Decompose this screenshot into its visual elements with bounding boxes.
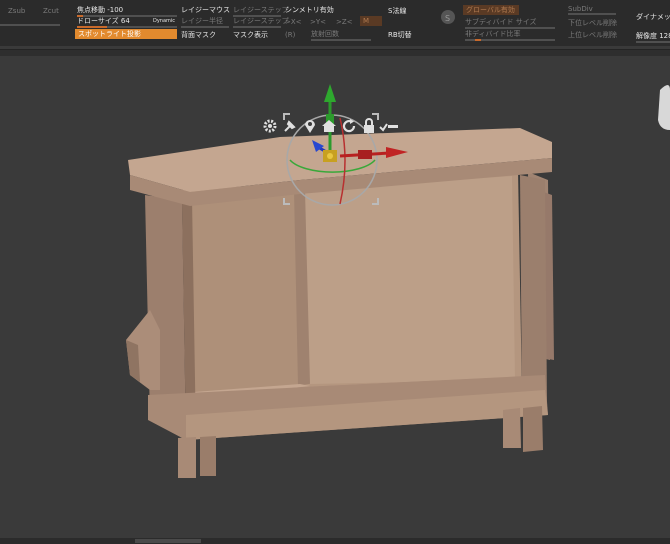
focal-shift-slider[interactable]: 焦点移動 -100 — [77, 5, 123, 15]
home-icon[interactable] — [321, 118, 337, 134]
subdiv-track[interactable] — [568, 13, 616, 15]
resolution-track[interactable] — [636, 41, 670, 43]
toggle-icon[interactable] — [378, 118, 400, 134]
front-left-leg — [178, 437, 196, 478]
sym-m-button[interactable]: M — [360, 16, 382, 26]
location-icon[interactable] — [302, 118, 318, 134]
view-cube-partial — [658, 85, 670, 130]
lazy-radius-track[interactable] — [181, 26, 229, 28]
rb-switch-toggle[interactable]: RB切替 — [388, 30, 412, 40]
subdivide-ratio-fill — [475, 39, 481, 41]
spotlight-button[interactable]: スポットライト投影 — [75, 29, 177, 39]
zsub-label[interactable]: Zsub — [8, 6, 25, 16]
s-normal-toggle[interactable]: S法線 — [388, 6, 406, 16]
zcut-label[interactable]: Zcut — [43, 6, 59, 16]
pin-icon[interactable] — [282, 118, 298, 134]
lower-level-delete-button[interactable]: 下位レベル削除 — [568, 18, 617, 28]
sym-r-button[interactable]: (R) — [285, 30, 295, 40]
subdivide-size-slider[interactable]: サブディバイド サイズ — [465, 17, 537, 27]
gear-icon[interactable] — [262, 118, 278, 134]
sym-y-button[interactable]: >Y< — [310, 17, 326, 27]
symmetry-toggle[interactable]: シンメトリ有効 — [285, 5, 334, 15]
radial-count-slider[interactable]: 放射回数 — [311, 29, 339, 39]
lazy-mouse-toggle[interactable]: レイジーマウス — [181, 5, 230, 15]
lock-icon[interactable] — [361, 118, 377, 134]
lazy-step2-track[interactable] — [233, 26, 281, 28]
global-enable-button[interactable]: グローバル有効 — [463, 5, 519, 15]
resolution-slider[interactable]: 解像度 128 — [636, 31, 670, 41]
mask-display-toggle[interactable]: マスク表示 — [233, 30, 268, 40]
radial-count-track[interactable] — [311, 39, 371, 41]
dynamesh-button[interactable]: ダイナメッシ — [636, 12, 670, 22]
back-mask-toggle[interactable]: 背面マスク — [181, 30, 216, 40]
lazy-step-slider[interactable]: レイジーステップ — [233, 5, 289, 15]
lazy-radius-slider[interactable]: レイジー半径 — [181, 16, 223, 26]
s-dropdown-icon[interactable]: S — [441, 10, 455, 24]
sym-z-button[interactable]: >Z< — [336, 17, 353, 27]
dynamic-toggle[interactable]: Dynamic — [153, 16, 175, 26]
top-toolbar: Zsub Zcut 焦点移動 -100 ドローサイズ 64 Dynamic スポ… — [0, 0, 670, 46]
subdivide-ratio-slider[interactable]: 非ディバイド比率 — [465, 29, 521, 39]
bottom-bar — [0, 538, 670, 544]
zadd-slider[interactable] — [0, 24, 60, 26]
lazy-step2-slider[interactable]: レイジーステップ — [233, 16, 289, 26]
higher-level-delete-button[interactable]: 上位レベル削除 — [568, 30, 617, 40]
bottom-scroll-handle[interactable] — [135, 539, 201, 543]
canvas-viewport[interactable] — [0, 56, 670, 540]
front-right-leg — [503, 408, 521, 448]
draw-size-slider[interactable]: ドローサイズ 64 — [77, 16, 130, 26]
rotate-icon[interactable] — [341, 118, 357, 134]
svg-text:S: S — [445, 14, 450, 23]
draw-size-fill — [77, 26, 107, 28]
sym-x-button[interactable]: >X< — [285, 17, 302, 27]
